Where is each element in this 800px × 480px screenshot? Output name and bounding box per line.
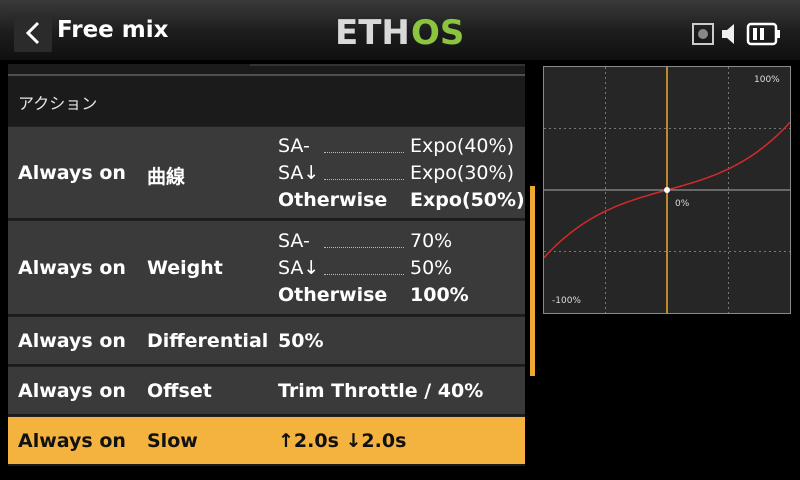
- leader-dots: [324, 179, 404, 180]
- action-label: Weight: [147, 257, 223, 279]
- actions-panel: アクション Always on 曲線 SA- Expo(40%) SA↓ Exp…: [8, 64, 525, 466]
- action-row-offset[interactable]: Always on Offset Trim Throttle / 40%: [8, 366, 525, 414]
- action-row-differential[interactable]: Always on Differential 50%: [8, 316, 525, 364]
- speaker-icon: [722, 24, 734, 44]
- leader-dots: [324, 247, 404, 248]
- trigger-label: Always on: [18, 162, 126, 184]
- switch-label: SA↓: [278, 257, 320, 279]
- panel-divider: [8, 64, 525, 76]
- back-button[interactable]: [14, 14, 52, 52]
- label-minus-100: -100%: [552, 296, 581, 306]
- condition-value: Expo(40%): [410, 135, 514, 157]
- trigger-label: Always on: [18, 380, 126, 402]
- section-label: アクション: [18, 94, 98, 113]
- action-value: 50%: [278, 330, 324, 352]
- trigger-label: Always on: [18, 430, 126, 452]
- switch-label: SA-: [278, 135, 310, 157]
- otherwise-label: Otherwise: [278, 284, 388, 306]
- action-value: Trim Throttle / 40%: [278, 380, 484, 402]
- action-label: Slow: [147, 430, 198, 452]
- otherwise-value: 100%: [410, 284, 469, 306]
- leader-dots: [324, 152, 404, 153]
- curve-graph: 100% 0% -100%: [543, 66, 791, 314]
- action-row-weight[interactable]: Always on Weight SA- 70% SA↓ 50% Otherwi…: [8, 220, 525, 314]
- logo-eth: ETH: [335, 13, 410, 52]
- back-arrow-icon: [25, 21, 40, 45]
- otherwise-label: Otherwise: [278, 189, 388, 211]
- record-icon: [692, 23, 714, 45]
- action-value: ↑2.0s ↓2.0s: [278, 430, 407, 452]
- logo-os: OS: [411, 13, 464, 52]
- top-bar: Free mix ETH OS: [0, 0, 800, 62]
- trigger-label: Always on: [18, 257, 126, 279]
- condition-value: 70%: [410, 230, 453, 252]
- action-label: 曲線: [147, 166, 186, 188]
- condition-value: Expo(30%): [410, 162, 514, 184]
- switch-label: SA↓: [278, 162, 320, 184]
- switch-label: SA-: [278, 230, 310, 252]
- label-0: 0%: [675, 199, 690, 209]
- leader-dots: [324, 274, 404, 275]
- label-100: 100%: [754, 75, 780, 85]
- page-title: Free mix: [57, 17, 169, 43]
- scrollbar[interactable]: [530, 186, 535, 376]
- curve-graph-svg: 100% 0% -100%: [543, 67, 791, 313]
- action-label: Differential: [147, 330, 269, 352]
- action-label: Offset: [147, 380, 212, 402]
- condition-value: 50%: [410, 257, 453, 279]
- action-row-curve[interactable]: Always on 曲線 SA- Expo(40%) SA↓ Expo(30%)…: [8, 126, 525, 218]
- status-icons: [692, 20, 782, 48]
- trigger-label: Always on: [18, 330, 126, 352]
- otherwise-value: Expo(50%): [410, 189, 525, 211]
- ethos-logo: ETH OS: [335, 13, 464, 52]
- battery-icon: [746, 22, 780, 46]
- action-row-slow[interactable]: Always on Slow ↑2.0s ↓2.0s: [8, 416, 525, 464]
- center-point: [664, 187, 670, 193]
